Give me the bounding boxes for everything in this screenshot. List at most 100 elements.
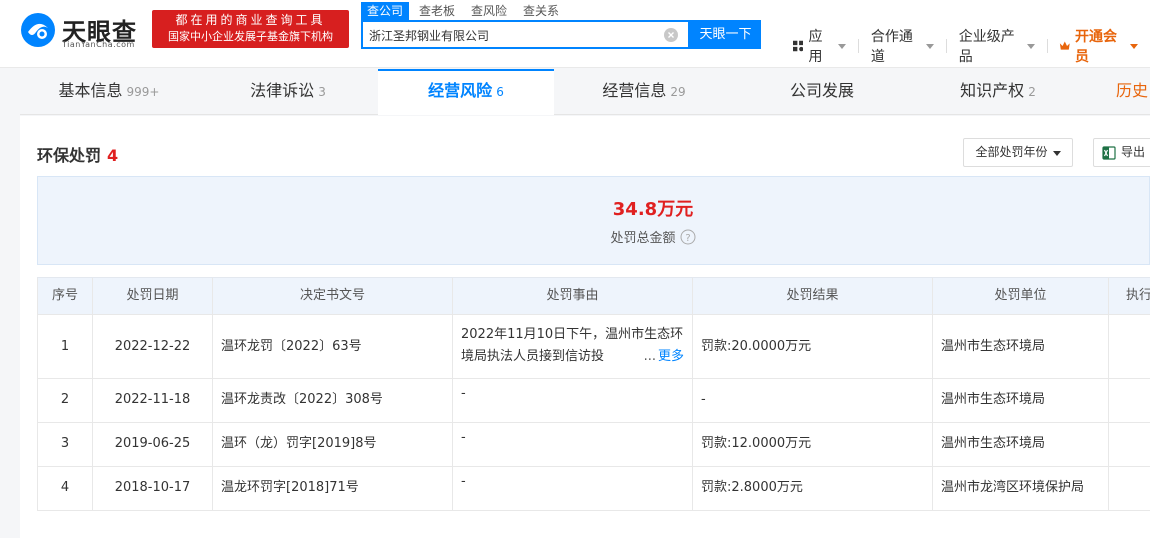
row-no: 4	[37, 467, 93, 510]
tab-label: 历史	[1116, 81, 1149, 100]
row-exec	[1109, 379, 1150, 422]
nav-partner-label: 合作通道	[870, 29, 913, 65]
nav-enterprise-label: 企业级产品	[958, 29, 1015, 65]
year-filter-label: 全部处罚年份	[975, 145, 1048, 159]
logo-domain: TianYanCha.com	[62, 40, 135, 49]
tab-legal[interactable]: 法律诉讼 3	[198, 69, 378, 115]
nav-divider	[857, 39, 859, 53]
table-row: 4 2018-10-17 温龙环罚字[2018]71号 - 罚款:2.8000万…	[37, 467, 1150, 511]
help-icon[interactable]: ?	[680, 229, 696, 245]
row-exec	[1109, 467, 1150, 510]
search-tab-risk[interactable]: 查风险	[465, 2, 513, 20]
col-header-no: 序号	[37, 278, 93, 314]
row-date: 2022-11-18	[93, 379, 213, 422]
tab-count: 6	[496, 85, 504, 99]
slogan-banner: 都在用的商业查询工具 国家中小企业发展子基金旗下机构	[152, 10, 349, 48]
crown-icon	[1060, 41, 1071, 50]
table-header: 序号 处罚日期 决定书文号 处罚事由 处罚结果 处罚单位 执行	[37, 277, 1150, 315]
row-result: 罚款:2.8000万元	[693, 467, 933, 510]
tab-count: 29	[670, 85, 686, 99]
excel-icon	[1102, 145, 1116, 160]
tab-label: 公司发展	[789, 81, 854, 100]
chevron-down-icon	[925, 43, 934, 49]
table-row: 3 2019-06-25 温环（龙）罚字[2019]8号 - 罚款:12.000…	[37, 423, 1150, 467]
nav-divider	[945, 39, 947, 53]
total-label-row: 处罚总金额 ?	[38, 227, 1150, 246]
tab-label: 法律诉讼	[250, 81, 315, 100]
total-label: 处罚总金额	[610, 231, 676, 246]
row-exec	[1109, 423, 1150, 466]
nav-enterprise[interactable]: 企业级产品	[959, 26, 1035, 66]
search-input[interactable]	[369, 26, 654, 44]
search-type-tabs: 查公司 查老板 查风险 查关系	[361, 2, 569, 20]
col-header-date: 处罚日期	[93, 278, 213, 314]
search-tab-relation[interactable]: 查关系	[517, 2, 565, 20]
export-label: 导出	[1121, 145, 1146, 159]
row-doc: 温龙环罚字[2018]71号	[213, 467, 453, 510]
clear-icon[interactable]	[664, 28, 678, 42]
more-label: 更多	[657, 349, 684, 364]
row-result: -	[693, 379, 933, 422]
row-doc: 温环龙罚〔2022〕63号	[213, 315, 453, 378]
tab-count: 2	[1028, 85, 1036, 99]
top-header: 天眼查 TianYanCha.com 都在用的商业查询工具 国家中小企业发展子基…	[0, 0, 1150, 68]
row-exec	[1109, 315, 1150, 378]
row-reason: -	[453, 423, 693, 466]
tab-label: 经营信息	[602, 81, 667, 100]
tab-development[interactable]: 公司发展	[734, 69, 910, 115]
tab-basic-info[interactable]: 基本信息 999+	[20, 69, 198, 115]
slogan-line2: 国家中小企业发展子基金旗下机构	[168, 30, 333, 43]
row-no: 1	[37, 315, 93, 378]
tab-count: 3	[318, 85, 326, 99]
tab-business-info[interactable]: 经营信息 29	[554, 69, 734, 115]
top-nav: 应用 合作通道 企业级产品 开通会员	[793, 26, 1150, 66]
table-row: 2 2022-11-18 温环龙责改〔2022〕308号 - - 温州市生态环境…	[37, 379, 1150, 423]
site-logo[interactable]: 天眼查 TianYanCha.com	[20, 10, 150, 50]
nav-apps[interactable]: 应用	[793, 26, 846, 66]
nav-apps-label: 应用	[808, 29, 823, 65]
row-result: 罚款:12.0000万元	[693, 423, 933, 466]
nav-partner[interactable]: 合作通道	[871, 26, 934, 66]
penalty-table: 序号 处罚日期 决定书文号 处罚事由 处罚结果 处罚单位 执行 1 2022-1…	[37, 277, 1150, 511]
penalty-summary: 34.8万元 处罚总金额 ?	[37, 176, 1150, 265]
more-link[interactable]: ... 更多	[639, 346, 684, 368]
row-unit: 温州市生态环境局	[933, 423, 1109, 466]
row-no: 2	[37, 379, 93, 422]
nav-divider	[1046, 39, 1048, 53]
row-reason: -	[453, 467, 693, 510]
row-unit: 温州市龙湾区环境保护局	[933, 467, 1109, 510]
tab-ip[interactable]: 知识产权 2	[910, 69, 1086, 115]
section-count: 4	[107, 146, 119, 165]
col-header-doc: 决定书文号	[213, 278, 453, 314]
apps-grid-icon	[793, 40, 804, 52]
tab-count: 999+	[126, 85, 160, 99]
tab-label: 知识产权	[960, 81, 1025, 100]
nav-vip[interactable]: 开通会员	[1059, 26, 1138, 66]
tab-label: 经营风险	[428, 81, 493, 100]
row-reason: -	[453, 379, 693, 422]
slogan-line1: 都在用的商业查询工具	[175, 13, 326, 27]
search-tab-company[interactable]: 查公司	[361, 2, 410, 20]
svg-text:?: ?	[685, 233, 690, 244]
logo-icon	[21, 13, 55, 47]
table-row: 1 2022-12-22 温环龙罚〔2022〕63号 2022年11月10日下午…	[37, 315, 1150, 379]
section-title: 环保处罚 4	[37, 142, 118, 166]
search-button[interactable]: 天眼一下	[690, 20, 761, 49]
search-tab-boss[interactable]: 查老板	[413, 2, 461, 20]
col-header-result: 处罚结果	[693, 278, 933, 314]
export-button[interactable]: 导出	[1093, 138, 1150, 167]
tab-business-risk[interactable]: 经营风险 6	[378, 69, 554, 115]
row-date: 2019-06-25	[93, 423, 213, 466]
row-unit: 温州市生态环境局	[933, 379, 1109, 422]
col-header-unit: 处罚单位	[933, 278, 1109, 314]
tab-history[interactable]: 历史	[1116, 69, 1150, 115]
col-header-exec: 执行	[1125, 288, 1150, 303]
search-box	[361, 20, 690, 49]
row-doc: 温环龙责改〔2022〕308号	[213, 379, 453, 422]
chevron-down-icon	[1026, 43, 1035, 49]
nav-vip-label: 开通会员	[1075, 29, 1118, 65]
year-filter-dropdown[interactable]: 全部处罚年份	[963, 138, 1073, 167]
chevron-down-icon	[1129, 43, 1138, 49]
chevron-down-icon	[1052, 151, 1061, 156]
row-no: 3	[37, 423, 93, 466]
